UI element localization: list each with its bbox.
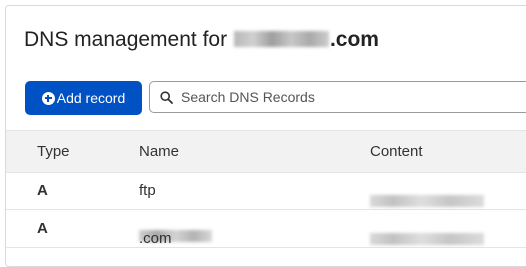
record-type: A <box>37 220 48 237</box>
redacted-content <box>370 195 484 207</box>
add-record-button[interactable]: Add record <box>25 81 142 115</box>
title-domain-tld: .com <box>329 28 379 51</box>
page-title: DNS management for .com <box>24 27 379 53</box>
table-header: Type Name Content <box>6 130 526 173</box>
plus-circle-icon <box>41 91 55 105</box>
record-name: ftp <box>139 182 156 199</box>
dns-management-panel: DNS management for .com Add record Type … <box>5 5 526 267</box>
search-icon <box>160 90 173 104</box>
add-record-label: Add record <box>56 90 126 106</box>
column-header-name[interactable]: Name <box>139 143 179 160</box>
redacted-content <box>370 233 484 245</box>
table-row[interactable]: A ftp <box>6 172 526 210</box>
record-type: A <box>37 182 48 199</box>
title-prefix: DNS management for <box>24 28 228 51</box>
table-row[interactable]: A .com <box>6 210 526 248</box>
search-input[interactable] <box>179 88 483 106</box>
redacted-domain <box>233 31 329 47</box>
search-box[interactable] <box>149 81 526 113</box>
record-name-suffix: .com <box>139 230 172 247</box>
column-header-type[interactable]: Type <box>37 143 70 160</box>
column-header-content[interactable]: Content <box>370 143 423 160</box>
